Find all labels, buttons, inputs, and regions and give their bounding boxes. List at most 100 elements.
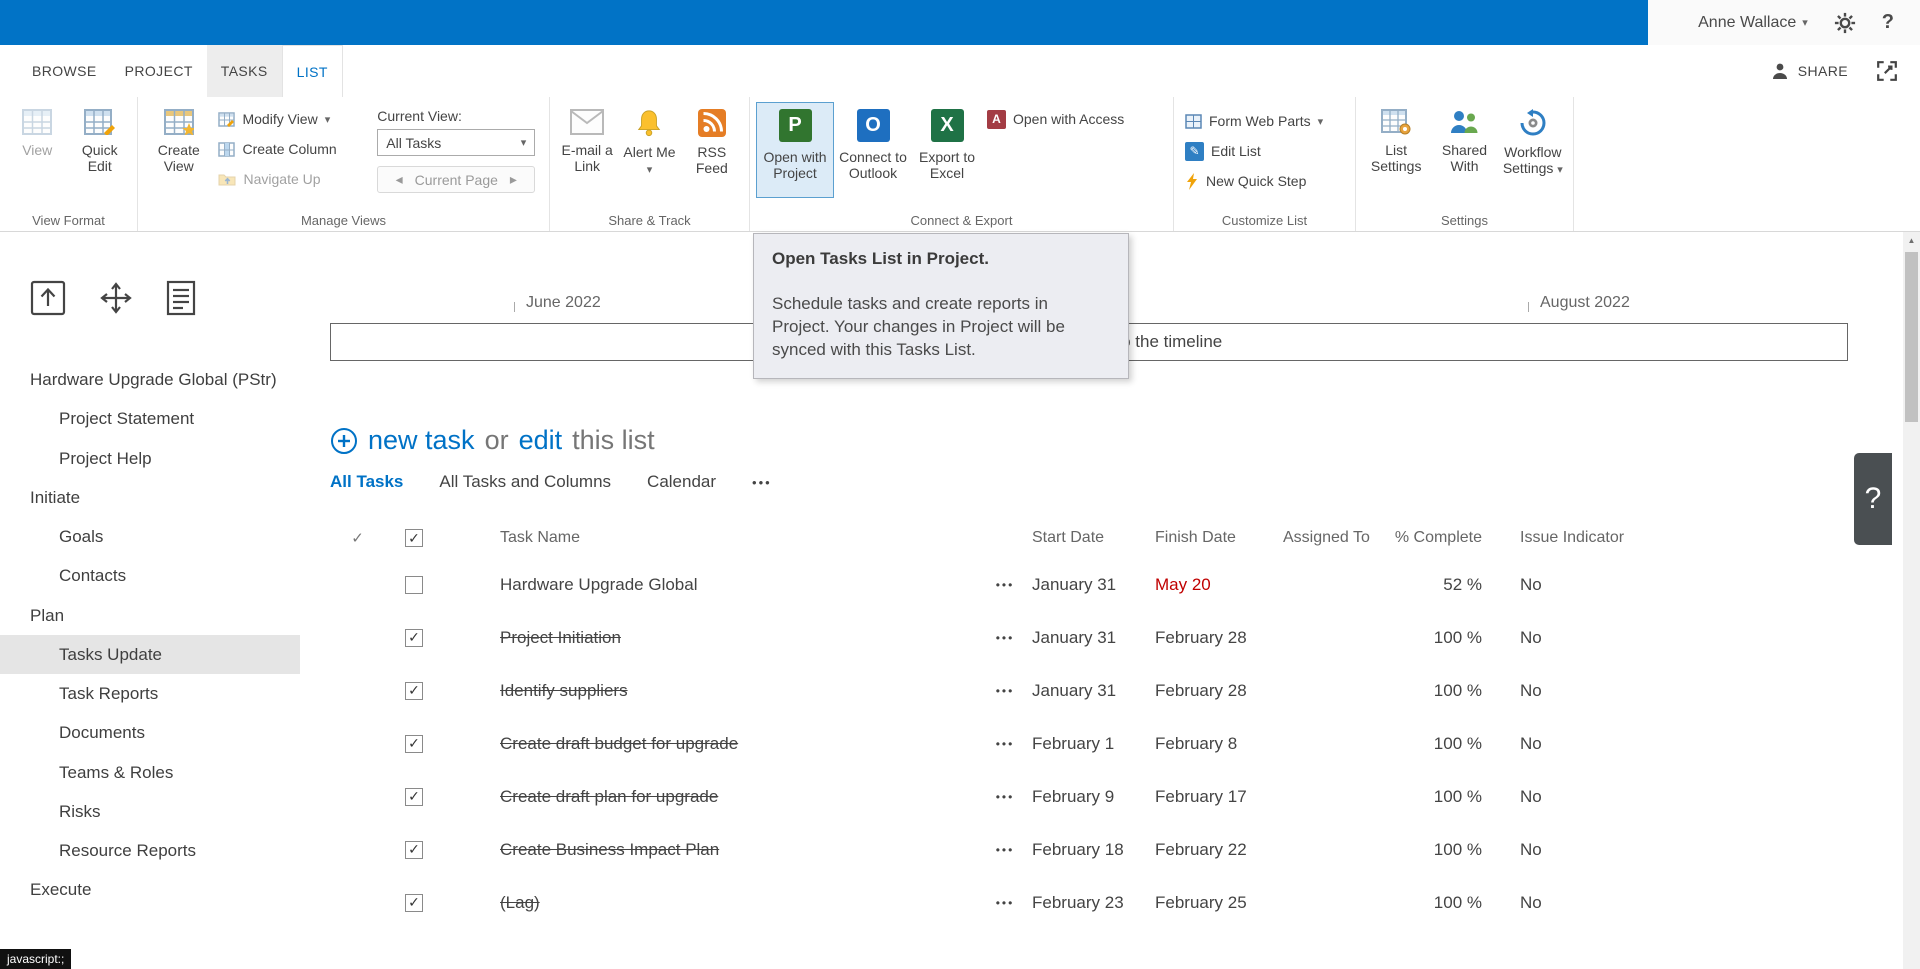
alert-me-button[interactable]: Alert Me ▾ bbox=[618, 102, 680, 198]
header-assigned-to[interactable]: Assigned To bbox=[1280, 529, 1375, 547]
task-name[interactable]: (Lag) bbox=[480, 893, 980, 913]
view-tab[interactable]: All Tasks bbox=[330, 472, 403, 492]
row-checkbox[interactable] bbox=[405, 735, 423, 753]
help-icon[interactable]: ? bbox=[1882, 11, 1894, 34]
email-a-link-button[interactable]: E-mail a Link bbox=[556, 102, 618, 198]
sidebar-item[interactable]: Tasks Update bbox=[0, 635, 300, 674]
ribbon-tab-list[interactable]: LIST bbox=[282, 45, 343, 97]
connect-to-outlook-button[interactable]: O Connect to Outlook bbox=[834, 102, 912, 198]
header-pct-complete[interactable]: % Complete bbox=[1375, 529, 1490, 547]
row-checkbox[interactable] bbox=[405, 629, 423, 647]
modify-view-button[interactable]: Modify View ▾ bbox=[213, 106, 372, 132]
share-button[interactable]: SHARE bbox=[1770, 62, 1848, 80]
sidebar-item[interactable]: Project Help bbox=[0, 439, 300, 478]
ribbon-tab-project[interactable]: PROJECT bbox=[111, 45, 207, 97]
start-date: January 31 bbox=[1030, 628, 1153, 648]
promote-icon[interactable] bbox=[30, 280, 66, 316]
sidebar-item[interactable]: Contacts bbox=[0, 556, 300, 595]
new-quick-step-icon bbox=[1185, 173, 1199, 190]
view-tabs-more-button[interactable]: ••• bbox=[752, 475, 772, 490]
current-page-pager[interactable]: ◂ Current Page ▸ bbox=[377, 166, 535, 193]
edit-list-link[interactable]: edit bbox=[519, 425, 563, 456]
task-name[interactable]: Hardware Upgrade Global bbox=[480, 575, 980, 595]
alert-me-label: Alert Me ▾ bbox=[619, 144, 679, 177]
row-checkbox[interactable] bbox=[405, 894, 423, 912]
row-ellipsis-button[interactable]: ••• bbox=[980, 790, 1030, 804]
new-quick-step-button[interactable]: New Quick Step bbox=[1180, 168, 1349, 194]
sidebar-item[interactable]: Risks bbox=[0, 792, 300, 831]
edit-list-button[interactable]: ✎ Edit List bbox=[1180, 138, 1349, 164]
sidebar-item[interactable]: Resource Reports bbox=[0, 831, 300, 870]
suite-bar bbox=[0, 0, 1648, 45]
sidebar-item[interactable]: Initiate bbox=[0, 478, 300, 517]
task-name[interactable]: Create Business Impact Plan bbox=[480, 840, 980, 860]
edit-list-label: Edit List bbox=[1211, 143, 1261, 159]
list-settings-button[interactable]: List Settings bbox=[1362, 102, 1430, 198]
user-menu[interactable]: Anne Wallace ▾ bbox=[1698, 14, 1808, 32]
new-task-link[interactable]: new task bbox=[368, 425, 475, 456]
ribbon-tab-tasks[interactable]: TASKS bbox=[207, 45, 282, 97]
row-checkbox[interactable] bbox=[405, 841, 423, 859]
gear-icon[interactable] bbox=[1834, 12, 1856, 34]
view-tab[interactable]: All Tasks and Columns bbox=[439, 472, 611, 492]
group-label-manage-views: Manage Views bbox=[138, 213, 549, 228]
row-checkbox[interactable] bbox=[405, 788, 423, 806]
task-name[interactable]: Identify suppliers bbox=[480, 681, 980, 701]
view-tab[interactable]: Calendar bbox=[647, 472, 716, 492]
sidebar-item[interactable]: Goals bbox=[0, 517, 300, 556]
open-with-access-button[interactable]: A Open with Access bbox=[982, 106, 1147, 132]
row-ellipsis-button[interactable]: ••• bbox=[980, 737, 1030, 751]
help-panel-button[interactable]: ? bbox=[1854, 453, 1892, 545]
current-view-dropdown[interactable]: All Tasks ▾ bbox=[377, 129, 535, 156]
previous-page-icon[interactable]: ◂ bbox=[396, 171, 403, 188]
create-view-button[interactable]: Create View bbox=[144, 102, 213, 198]
row-checkbox[interactable] bbox=[405, 682, 423, 700]
header-start-date[interactable]: Start Date bbox=[1030, 529, 1153, 547]
form-web-parts-button[interactable]: Form Web Parts ▾ bbox=[1180, 108, 1349, 134]
sidebar-item[interactable]: Plan bbox=[0, 596, 300, 635]
task-name[interactable]: Create draft plan for upgrade bbox=[480, 787, 980, 807]
scroll-up-icon[interactable]: ▲ bbox=[1903, 232, 1920, 249]
export-to-excel-button[interactable]: X Export to Excel bbox=[912, 102, 982, 198]
modify-view-label: Modify View bbox=[242, 111, 317, 127]
vertical-scrollbar[interactable]: ▲ bbox=[1903, 232, 1920, 969]
sidebar-item[interactable]: Execute bbox=[0, 870, 300, 909]
plus-circle-icon[interactable] bbox=[330, 427, 358, 455]
sidebar-item[interactable]: Task Reports bbox=[0, 674, 300, 713]
scrollbar-thumb[interactable] bbox=[1905, 252, 1918, 422]
task-name[interactable]: Project Initiation bbox=[480, 628, 980, 648]
row-ellipsis-button[interactable]: ••• bbox=[980, 684, 1030, 698]
row-checkbox[interactable] bbox=[405, 576, 423, 594]
header-finish-date[interactable]: Finish Date bbox=[1153, 529, 1280, 547]
row-ellipsis-button[interactable]: ••• bbox=[980, 578, 1030, 592]
ribbon-tab-browse[interactable]: BROWSE bbox=[18, 45, 111, 97]
ribbon-group-customize-list: Form Web Parts ▾ ✎ Edit List New Quick S… bbox=[1174, 97, 1356, 231]
row-ellipsis-button[interactable]: ••• bbox=[980, 896, 1030, 910]
open-with-project-button[interactable]: P Open with Project bbox=[756, 102, 834, 198]
focus-on-content-icon[interactable] bbox=[1876, 60, 1898, 82]
sidebar-item[interactable]: Documents bbox=[0, 713, 300, 752]
view-button[interactable]: View bbox=[6, 102, 69, 198]
shared-with-button[interactable]: Shared With bbox=[1430, 102, 1498, 198]
sidebar-item[interactable]: Hardware Upgrade Global (PStr) bbox=[0, 360, 300, 399]
header-issue-indicator[interactable]: Issue Indicator bbox=[1490, 529, 1725, 547]
workflow-settings-button[interactable]: Workflow Settings ▾ bbox=[1499, 102, 1567, 198]
rss-feed-button[interactable]: RSS Feed bbox=[681, 102, 743, 198]
outline-icon[interactable] bbox=[166, 280, 196, 316]
row-ellipsis-button[interactable]: ••• bbox=[980, 843, 1030, 857]
row-ellipsis-button[interactable]: ••• bbox=[980, 631, 1030, 645]
sidebar-item[interactable]: Project Statement bbox=[0, 399, 300, 438]
next-page-icon[interactable]: ▸ bbox=[510, 171, 517, 188]
move-icon[interactable] bbox=[98, 280, 134, 316]
view-label: View bbox=[22, 142, 52, 158]
select-all-checkbox[interactable] bbox=[405, 529, 423, 547]
sidebar-item[interactable]: Teams & Roles bbox=[0, 753, 300, 792]
navigate-up-button[interactable]: Navigate Up bbox=[213, 166, 372, 192]
this-list-text: this list bbox=[572, 425, 655, 456]
header-task-name[interactable]: Task Name bbox=[480, 529, 980, 547]
quick-edit-button[interactable]: Quick Edit bbox=[69, 102, 132, 198]
group-label-view-format: View Format bbox=[0, 213, 137, 228]
shared-with-label: Shared With bbox=[1431, 142, 1497, 174]
task-name[interactable]: Create draft budget for upgrade bbox=[480, 734, 980, 754]
create-column-button[interactable]: Create Column bbox=[213, 136, 372, 162]
